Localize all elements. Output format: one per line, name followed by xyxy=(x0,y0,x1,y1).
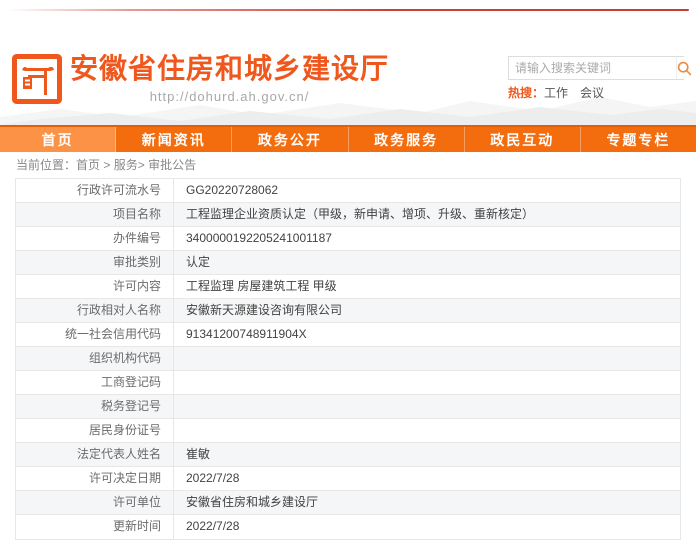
table-row: 统一社会信用代码 91341200748911904X xyxy=(16,323,680,347)
table-row: 许可决定日期 2022/7/28 xyxy=(16,467,680,491)
search-block: 热搜：工作会议 xyxy=(508,56,684,100)
site-logo-archway-icon[interactable] xyxy=(12,54,62,104)
table-row: 居民身份证号 xyxy=(16,419,680,443)
breadcrumb-separator: > xyxy=(100,158,114,172)
row-label: 许可单位 xyxy=(16,491,174,514)
hot-search-label: 热搜： xyxy=(508,86,544,100)
site-title: 安徽省住房和城乡建设厅 xyxy=(70,52,389,86)
nav-tab-label: 新闻资讯 xyxy=(142,130,206,150)
row-value xyxy=(174,371,680,394)
table-row: 项目名称 工程监理企业资质认定（甲级，新申请、增项、升级、重新核定） xyxy=(16,203,680,227)
table-row: 更新时间 2022/7/28 xyxy=(16,515,680,539)
nav-tab[interactable]: 专题专栏 xyxy=(581,127,696,152)
site-url: http://dohurd.ah.gov.cn/ xyxy=(70,89,389,104)
table-row: 行政许可流水号 GG20220728062 xyxy=(16,179,680,203)
row-label: 行政许可流水号 xyxy=(16,179,174,202)
hot-search-link[interactable]: 工作 xyxy=(544,86,568,100)
breadcrumb: 当前位置：首页 > 服务> 审批公告 xyxy=(0,152,696,176)
row-label: 许可内容 xyxy=(16,275,174,298)
row-value: 崔敏 xyxy=(174,443,680,466)
row-value: 2022/7/28 xyxy=(174,515,680,539)
table-row: 工商登记码 xyxy=(16,371,680,395)
nav-tab-label: 政民互动 xyxy=(490,130,554,150)
nav-tab-label: 政务服务 xyxy=(374,130,438,150)
top-accent-line xyxy=(8,9,689,11)
site-header: 安徽省住房和城乡建设厅 http://dohurd.ah.gov.cn/ 热搜：… xyxy=(0,46,696,125)
search-box xyxy=(508,56,684,80)
search-button[interactable] xyxy=(676,57,692,79)
breadcrumb-separator: > xyxy=(138,158,148,172)
row-value: 工程监理 房屋建筑工程 甲级 xyxy=(174,275,680,298)
nav-tab[interactable]: 政民互动 xyxy=(465,127,581,152)
breadcrumb-link[interactable]: 服务 xyxy=(114,158,138,172)
table-row: 法定代表人姓名 崔敏 xyxy=(16,443,680,467)
table-row: 办件编号 3400000192205241001187 xyxy=(16,227,680,251)
row-value: 认定 xyxy=(174,251,680,274)
row-label: 工商登记码 xyxy=(16,371,174,394)
breadcrumb-items: 首页 > 服务> 审批公告 xyxy=(76,158,196,172)
approval-info-table: 行政许可流水号 GG20220728062 项目名称 工程监理企业资质认定（甲级… xyxy=(15,178,681,540)
row-label: 许可决定日期 xyxy=(16,467,174,490)
row-label: 办件编号 xyxy=(16,227,174,250)
row-label: 统一社会信用代码 xyxy=(16,323,174,346)
row-label: 更新时间 xyxy=(16,515,174,539)
table-row: 组织机构代码 xyxy=(16,347,680,371)
row-value: 安徽新天源建设咨询有限公司 xyxy=(174,299,680,322)
nav-tab-label: 政务公开 xyxy=(258,130,322,150)
row-value: GG20220728062 xyxy=(174,179,680,202)
nav-tab-label: 专题专栏 xyxy=(606,130,670,150)
row-label: 项目名称 xyxy=(16,203,174,226)
hot-search-links: 工作会议 xyxy=(544,86,616,100)
breadcrumb-prefix: 当前位置： xyxy=(16,158,76,172)
breadcrumb-link[interactable]: 首页 xyxy=(76,158,100,172)
search-icon xyxy=(677,61,692,76)
nav-tab-label: 首页 xyxy=(42,130,74,150)
site-title-block: 安徽省住房和城乡建设厅 http://dohurd.ah.gov.cn/ xyxy=(70,52,389,104)
search-input[interactable] xyxy=(509,57,676,79)
row-value: 91341200748911904X xyxy=(174,323,680,346)
table-row: 许可内容 工程监理 房屋建筑工程 甲级 xyxy=(16,275,680,299)
hot-search-row: 热搜：工作会议 xyxy=(508,86,684,100)
table-row: 审批类别 认定 xyxy=(16,251,680,275)
nav-tab[interactable]: 政务服务 xyxy=(349,127,465,152)
row-label: 税务登记号 xyxy=(16,395,174,418)
row-label: 审批类别 xyxy=(16,251,174,274)
breadcrumb-link[interactable]: 审批公告 xyxy=(148,158,196,172)
row-value: 2022/7/28 xyxy=(174,467,680,490)
row-label: 居民身份证号 xyxy=(16,419,174,442)
hot-search-link[interactable]: 会议 xyxy=(580,86,604,100)
row-value: 3400000192205241001187 xyxy=(174,227,680,250)
nav-tab[interactable]: 新闻资讯 xyxy=(116,127,232,152)
row-value: 工程监理企业资质认定（甲级，新申请、增项、升级、重新核定） xyxy=(174,203,680,226)
nav-tab[interactable]: 政务公开 xyxy=(232,127,348,152)
row-value xyxy=(174,347,680,370)
nav-tab[interactable]: 首页 xyxy=(0,127,116,152)
main-nav: 首页 新闻资讯 政务公开 政务服务 政民互动 专题专栏 xyxy=(0,125,696,152)
table-row: 税务登记号 xyxy=(16,395,680,419)
table-row: 许可单位 安徽省住房和城乡建设厅 xyxy=(16,491,680,515)
row-label: 组织机构代码 xyxy=(16,347,174,370)
row-label: 法定代表人姓名 xyxy=(16,443,174,466)
row-label: 行政相对人名称 xyxy=(16,299,174,322)
row-value xyxy=(174,419,680,442)
row-value xyxy=(174,395,680,418)
row-value: 安徽省住房和城乡建设厅 xyxy=(174,491,680,514)
table-row: 行政相对人名称 安徽新天源建设咨询有限公司 xyxy=(16,299,680,323)
